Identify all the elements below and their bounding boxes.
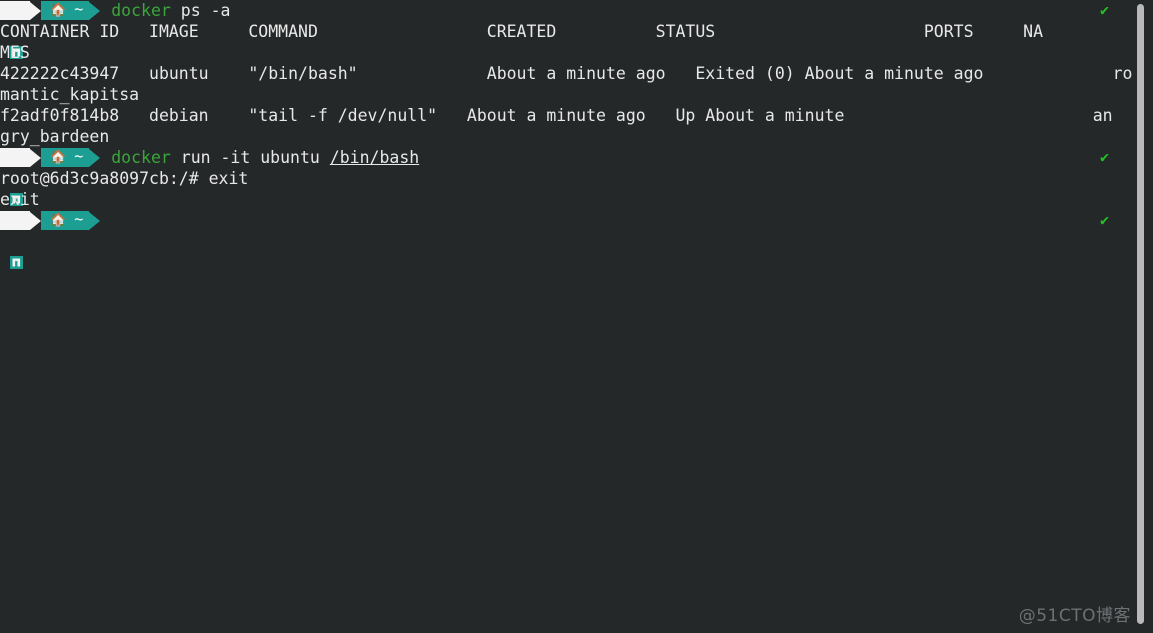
kali-dragon-logo-icon bbox=[10, 214, 23, 269]
scrollbar-thumb[interactable] bbox=[1137, 4, 1144, 624]
prompt-path-label: ~ bbox=[74, 0, 84, 18]
prompt-logo-segment bbox=[0, 211, 30, 269]
command-text: docker run -it ubuntu /bin/bash bbox=[100, 147, 419, 168]
exit-status-check-icon: ✔ bbox=[1099, 211, 1109, 229]
container-shell-line: root@6d3c9a8097cb:/# exit bbox=[0, 168, 1153, 189]
powerline-prompt: 🏠 ~ bbox=[0, 0, 101, 59]
prompt-separator-2 bbox=[89, 1, 101, 20]
powerline-prompt: 🏠 ~ bbox=[0, 210, 101, 269]
command-args: ps -a bbox=[170, 1, 231, 20]
exit-output-line: exit bbox=[0, 189, 1153, 210]
prompt-path-label: ~ bbox=[74, 147, 84, 165]
terminal-window[interactable]: 🏠 ~ docker ps -a ✔ CONTAINER ID IMAGE CO… bbox=[0, 0, 1153, 633]
table-row: f2adf0f814b8 debian "tail -f /dev/null" … bbox=[0, 105, 1153, 126]
command-keyword: docker bbox=[111, 148, 171, 167]
exit-status-check-icon: ✔ bbox=[1099, 1, 1109, 19]
table-header-wrap-line: MES bbox=[0, 42, 1153, 63]
prompt-path-segment: 🏠 ~ bbox=[41, 147, 90, 167]
prompt-logo-segment bbox=[0, 1, 30, 59]
table-row-text: 422222c43947 ubuntu "/bin/bash" About a … bbox=[0, 64, 1133, 83]
prompt-line-current[interactable]: 🏠 ~ ✔ bbox=[0, 210, 1153, 269]
container-shell-text: root@6d3c9a8097cb:/# exit bbox=[0, 169, 249, 188]
prompt-separator-1 bbox=[30, 148, 41, 167]
prompt-separator-1 bbox=[30, 1, 41, 20]
command-path-arg: /bin/bash bbox=[329, 148, 420, 167]
table-row: 422222c43947 ubuntu "/bin/bash" About a … bbox=[0, 63, 1153, 84]
table-row-wrap-text: mantic_kapitsa bbox=[0, 85, 140, 104]
kali-dragon-logo-icon bbox=[10, 4, 23, 59]
exit-output-text: exit bbox=[0, 190, 40, 209]
table-header-line: CONTAINER ID IMAGE COMMAND CREATED STATU… bbox=[0, 21, 1153, 42]
prompt-separator-1 bbox=[30, 211, 41, 230]
command-args: run -it ubuntu bbox=[170, 148, 330, 167]
table-header-wrap-text: MES bbox=[0, 43, 30, 62]
table-header-text: CONTAINER ID IMAGE COMMAND CREATED STATU… bbox=[0, 22, 1044, 41]
home-icon: 🏠 bbox=[50, 150, 67, 165]
prompt-separator-2 bbox=[89, 211, 101, 230]
powerline-prompt: 🏠 ~ bbox=[0, 147, 101, 206]
exit-status-check-icon: ✔ bbox=[1099, 148, 1109, 166]
watermark: @51CTO博客 bbox=[1018, 606, 1131, 626]
prompt-path-label: ~ bbox=[74, 210, 84, 228]
home-icon: 🏠 bbox=[50, 3, 67, 18]
prompt-path-segment: 🏠 ~ bbox=[41, 0, 90, 20]
prompt-path-segment: 🏠 ~ bbox=[41, 210, 90, 230]
table-row-wrap: mantic_kapitsa bbox=[0, 84, 1153, 105]
table-row-wrap-text: gry_bardeen bbox=[0, 127, 110, 146]
command-keyword: docker bbox=[111, 1, 171, 20]
home-icon: 🏠 bbox=[50, 213, 67, 228]
prompt-line: 🏠 ~ docker run -it ubuntu /bin/bash ✔ bbox=[0, 147, 1153, 206]
prompt-logo-segment bbox=[0, 148, 30, 206]
prompt-line: 🏠 ~ docker ps -a ✔ bbox=[0, 0, 1153, 59]
table-row-wrap: gry_bardeen bbox=[0, 126, 1153, 147]
table-row-text: f2adf0f814b8 debian "tail -f /dev/null" … bbox=[0, 106, 1113, 125]
prompt-separator-2 bbox=[89, 148, 101, 167]
kali-dragon-logo-icon bbox=[10, 151, 23, 206]
command-text: docker ps -a bbox=[100, 0, 230, 21]
